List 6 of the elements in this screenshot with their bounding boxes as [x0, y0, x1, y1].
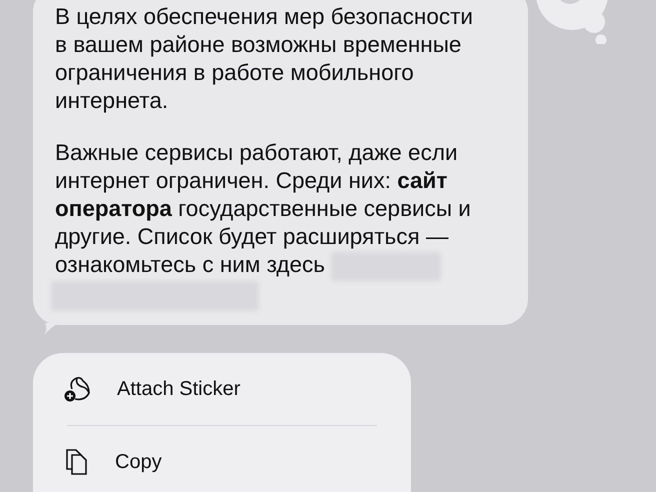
- copy-icon: [63, 448, 89, 476]
- message-text: В целях обеспечения мер безопасности в вашем районе возможны временные ограничения в работе мобильного интернета.: [55, 3, 474, 115]
- menu-item[interactable]: Copy: [33, 426, 411, 492]
- menu-item[interactable]: Attach Sticker: [33, 352, 411, 425]
- message-text: Важные сервисы работают, даже если интернет ограничен. Среди них: сайт оператора государственные сервисы и другие. Список будет расширяться — ознакомьтесь с ним здесь: [55, 139, 480, 311]
- sticker-add-icon: [63, 374, 91, 403]
